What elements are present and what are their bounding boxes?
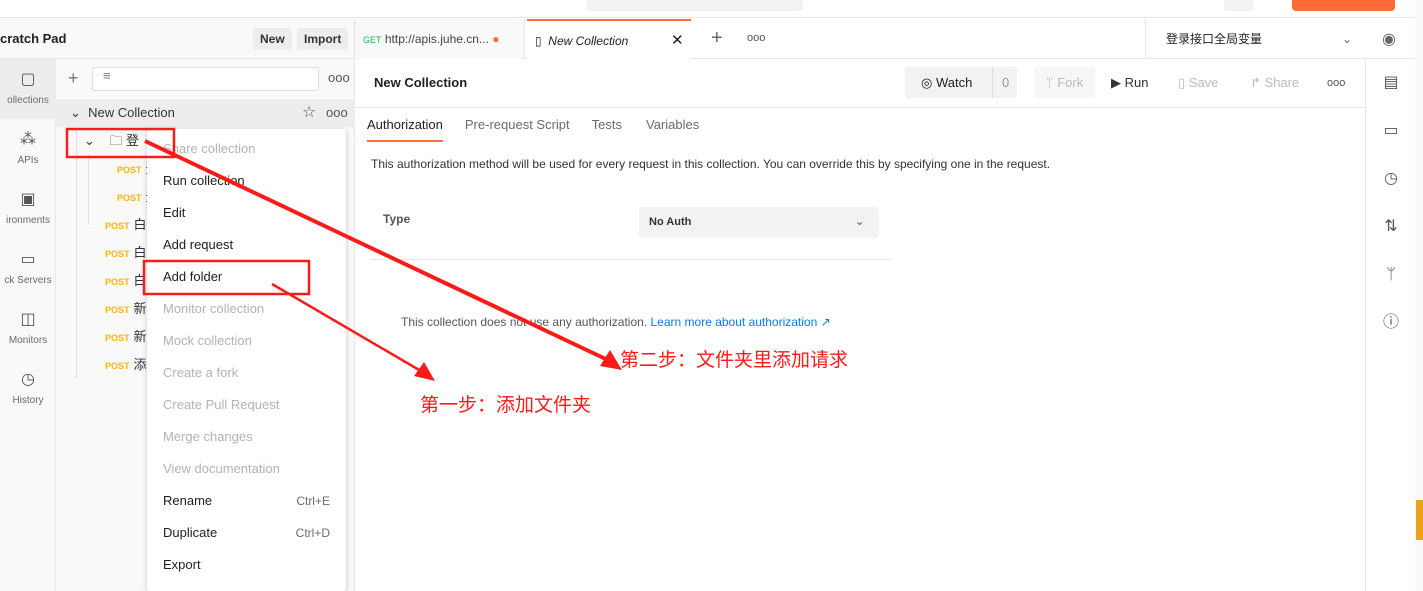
arrowhead-step1 xyxy=(414,362,435,381)
annotation-step1: 第一步：添加文件夹 xyxy=(420,395,592,416)
arrow-step2 xyxy=(144,139,613,364)
annotation-step2: 第二步：文件夹里添加请求 xyxy=(620,350,849,371)
annotation-layer xyxy=(65,127,622,381)
highlight-box-add-folder xyxy=(142,259,311,296)
highlight-box-folder xyxy=(65,127,176,159)
arrow-step1 xyxy=(271,282,427,376)
